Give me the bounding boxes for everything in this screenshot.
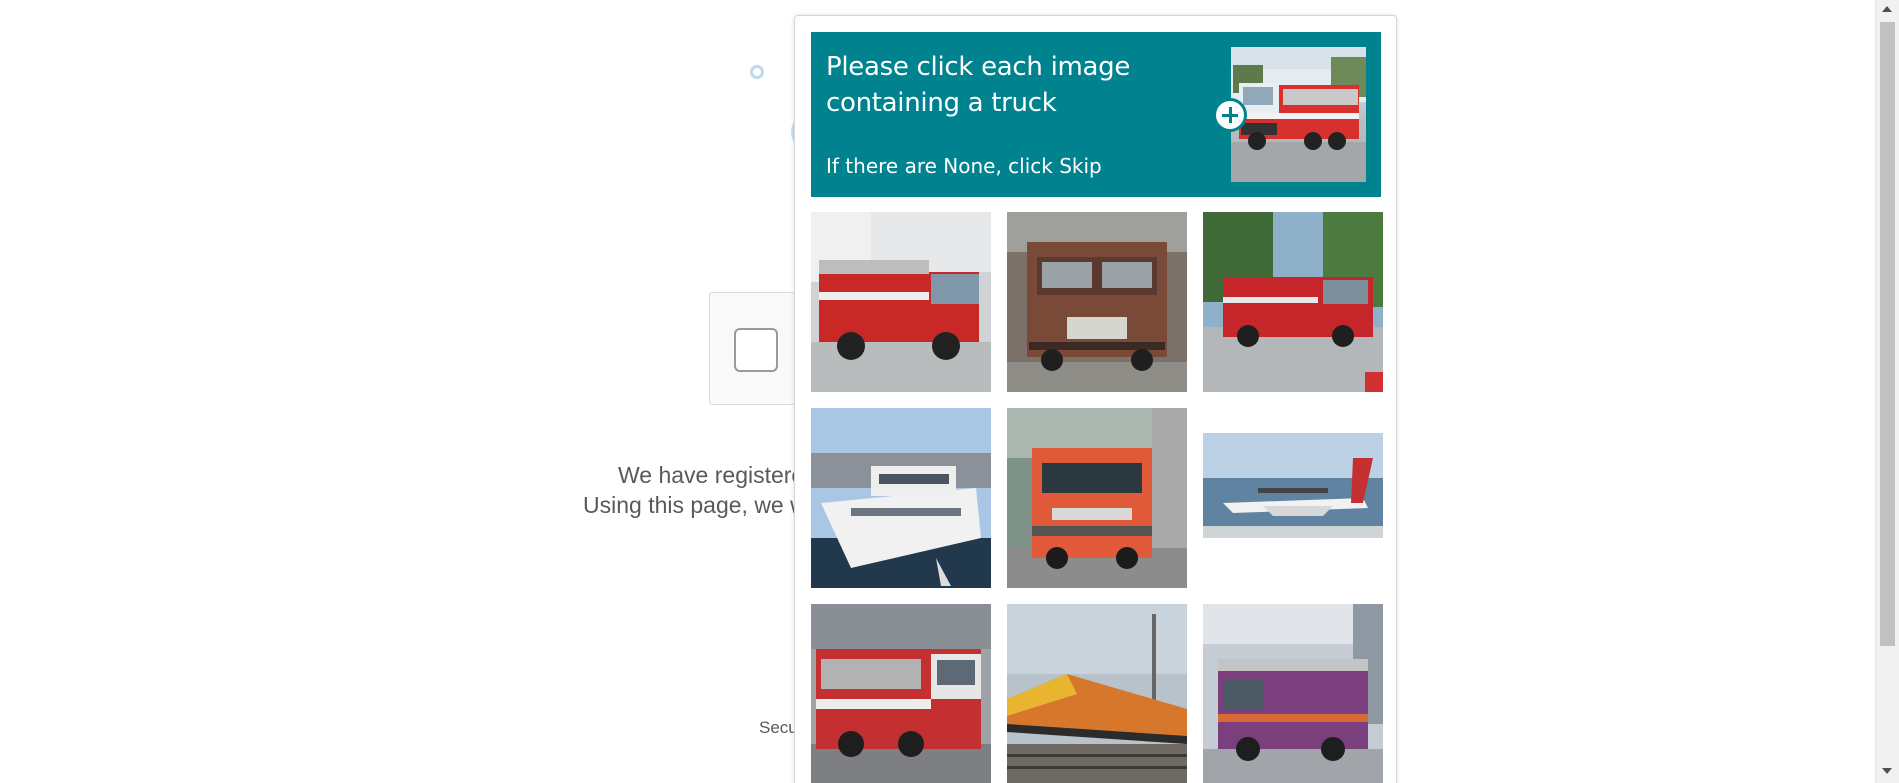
scroll-up-arrow-icon[interactable] bbox=[1882, 6, 1892, 12]
image-tile-8[interactable] bbox=[1007, 604, 1187, 783]
background-text-line-2: Using this page, we w bbox=[583, 492, 807, 518]
image-tile-7[interactable] bbox=[811, 604, 991, 783]
image-tile-5[interactable] bbox=[1007, 408, 1187, 588]
image-tile-9[interactable] bbox=[1203, 604, 1383, 783]
captcha-checkbox[interactable] bbox=[734, 328, 778, 372]
scroll-thumb[interactable] bbox=[1880, 22, 1895, 646]
background-text-line-1: We have registere bbox=[618, 462, 805, 488]
prompt-title: Please click each image containing a tru… bbox=[826, 52, 1131, 118]
scroll-down-arrow-icon[interactable] bbox=[1882, 768, 1892, 774]
image-tile-4[interactable] bbox=[811, 408, 991, 588]
plus-icon[interactable] bbox=[1213, 98, 1247, 132]
page-scrollbar[interactable] bbox=[1875, 0, 1899, 783]
background-footer-text: Secu bbox=[759, 718, 798, 737]
image-tile-3[interactable] bbox=[1203, 212, 1383, 392]
captcha-challenge-popup: Please click each image containing a tru… bbox=[794, 15, 1397, 783]
loading-spinner-icon bbox=[750, 65, 764, 79]
image-tile-1[interactable] bbox=[811, 212, 991, 392]
image-tile-6[interactable] bbox=[1203, 408, 1383, 588]
challenge-prompt: Please click each image containing a tru… bbox=[811, 32, 1381, 197]
page: We have registere Using this page, we w … bbox=[0, 0, 1899, 783]
prompt-subtitle: If there are None, click Skip bbox=[826, 154, 1102, 178]
example-image bbox=[1231, 47, 1366, 182]
image-tile-2[interactable] bbox=[1007, 212, 1187, 392]
